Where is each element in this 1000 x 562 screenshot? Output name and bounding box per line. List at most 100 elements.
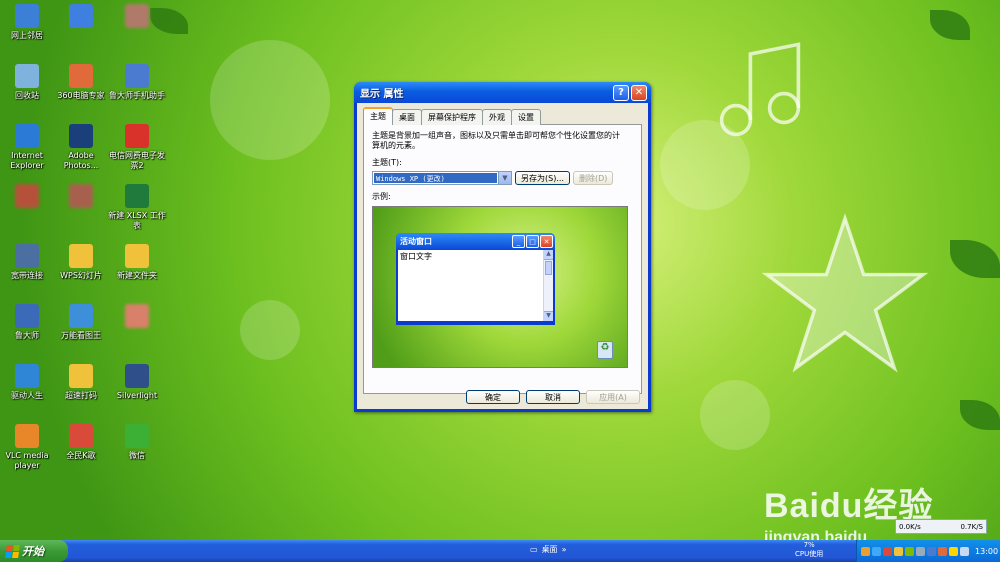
start-label: 开始 [22,545,44,558]
theme-description: 主题是背景加一组声音，图标以及只需单击即可帮您个性化设置您的计算机的元素。 [372,131,620,150]
wallpaper-leaf [950,240,1000,278]
preview-scrollbar: ▲ ▼ [543,250,553,321]
dialog-title: 显示 属性 [360,89,404,100]
wallpaper-music-note-art [719,42,801,137]
system-tray: 13:00 [856,540,1000,562]
desktop-icon-label: 网上邻居 [11,31,43,40]
tab-screensaver[interactable]: 屏幕保护程序 [421,109,483,125]
tray-app-icon[interactable] [905,546,914,556]
taskbar: 开始 ▭ 桌面 » 7% CPU使用 13:00 [0,540,1000,562]
wallpaper-bokeh [210,40,330,160]
close-icon: ✕ [634,87,644,98]
help-button[interactable]: ? [613,84,629,101]
save-as-button[interactable]: 另存为(S)... [515,171,570,185]
desktop-icon-label: 全民K歌 [66,451,96,460]
network-speed-widget[interactable]: 0.0K/s 0.7K/S [895,519,987,534]
preview-recycle-bin-icon: ♻ [597,341,613,359]
recycle-bin-icon [15,64,39,88]
desktop-icon[interactable]: WPS幻灯片 [50,244,112,281]
desktop-icon-label: 万能看图王 [61,331,101,340]
ludashi-phone-icon [125,64,149,88]
desktop-icon[interactable]: 鲁大师手机助手 [106,64,168,101]
desktop-icon[interactable]: Adobe Photos... [50,124,112,171]
baidu-netdisk-icon [69,4,93,28]
display-properties-dialog: 显示 属性 ? ✕ 主题 桌面 屏幕保护程序 外观 设置 主题是背景加一组声音，… [354,82,651,412]
tab-settings[interactable]: 设置 [511,109,541,125]
desktop-icon-label: 鲁大师手机助手 [109,91,165,100]
desktop-icon[interactable] [106,304,168,331]
theme-preview: 活动窗口 _ □ ✕ 窗口文字 ▲ ▼ ♻ [372,206,628,368]
wechat-icon [125,424,149,448]
wallpaper-bokeh [240,300,300,360]
desktop-icon-label: 电信网费电子发票2 [109,151,165,170]
chevron-down-icon[interactable]: ▼ [498,172,511,184]
folder-icon [69,364,93,388]
tab-theme[interactable]: 主题 [363,107,393,125]
desktop-icon[interactable] [50,4,112,31]
desktop-icon[interactable]: 超速打码 [50,364,112,401]
preview-label: 示例: [372,192,391,201]
blurred-icon [125,304,149,328]
theme-select[interactable]: Windows XP (更改) ▼ [372,171,512,185]
blurred-icon [69,184,93,208]
desktop-icon[interactable]: 全民K歌 [50,424,112,461]
cpu-percent: 7% [803,541,815,549]
toolbar-chevron-icon[interactable]: » [562,545,567,554]
delete-button[interactable]: 删除(D) [572,171,614,185]
cancel-button[interactable]: 取消 [526,390,580,404]
desktop-icon[interactable]: 万能看图王 [50,304,112,341]
desktop-toolbar-label: 桌面 [541,545,558,554]
tray-shield-icon[interactable] [927,546,936,556]
tray-app-icon[interactable] [872,546,881,556]
preview-active-window: 活动窗口 _ □ ✕ 窗口文字 ▲ ▼ [396,233,555,325]
desktop-icon[interactable]: 新建文件夹 [106,244,168,281]
minimize-icon: _ [512,235,525,248]
desktop-icon-label: Silverlight [116,391,158,400]
maximize-icon: □ [526,235,539,248]
tray-app-icon[interactable] [949,546,958,556]
photoshop-icon [69,124,93,148]
dialog-titlebar[interactable]: 显示 属性 ? ✕ [354,82,651,103]
silverlight-icon [125,364,149,388]
blurred-icon [15,184,39,208]
volume-icon[interactable] [960,546,969,556]
tab-desktop[interactable]: 桌面 [392,109,422,125]
tab-appearance[interactable]: 外观 [482,109,512,125]
desktop-icon[interactable]: 新建 XLSX 工作表 [106,184,168,231]
close-button[interactable]: ✕ [631,84,647,101]
tray-app-icon[interactable] [938,546,947,556]
tray-app-icon[interactable] [861,546,870,556]
blurred-icon [125,4,149,28]
wallpaper-leaf [930,10,970,40]
start-button[interactable]: 开始 [0,540,68,562]
wallpaper-star-art [761,213,929,373]
desktop-icon[interactable] [50,184,112,211]
desktop-icon[interactable]: Silverlight [106,364,168,401]
tray-app-icon[interactable] [916,546,925,556]
desktop-toolbar-icon: ▭ [530,545,538,554]
apply-button[interactable]: 应用(A) [586,390,640,404]
desktop-toolbar[interactable]: ▭ 桌面 » [530,544,566,555]
download-speed: 0.7K/S [960,522,983,531]
desktop-icon[interactable]: 360电脑专家 [50,64,112,101]
desktop-icon[interactable]: 微信 [106,424,168,461]
help-icon: ? [618,87,624,98]
desktop-icon[interactable]: 电信网费电子发票2 [106,124,168,171]
ok-button[interactable]: 确定 [466,390,520,404]
clock[interactable]: 13:00 [975,547,998,556]
desktop-icon-label: 微信 [129,451,145,460]
desktop-icon-label: 超速打码 [65,391,97,400]
tray-app-icon[interactable] [894,546,903,556]
network-icon [15,4,39,28]
cpu-label: CPU使用 [795,550,824,558]
folder-icon [125,244,149,268]
tab-strip: 主题 桌面 屏幕保护程序 外观 设置 [363,107,642,125]
cpu-meter: 7% CPU使用 [795,541,823,559]
desktop-icon[interactable] [106,4,168,31]
desktop-icon-label: 360电脑专家 [57,91,105,100]
broadband-icon [15,244,39,268]
tray-app-icon[interactable] [883,546,892,556]
baidu-jingyan-watermark: Baidu经验 jingyan.baidu [764,478,933,547]
xlsx-icon [125,184,149,208]
ludashi-icon [15,304,39,328]
